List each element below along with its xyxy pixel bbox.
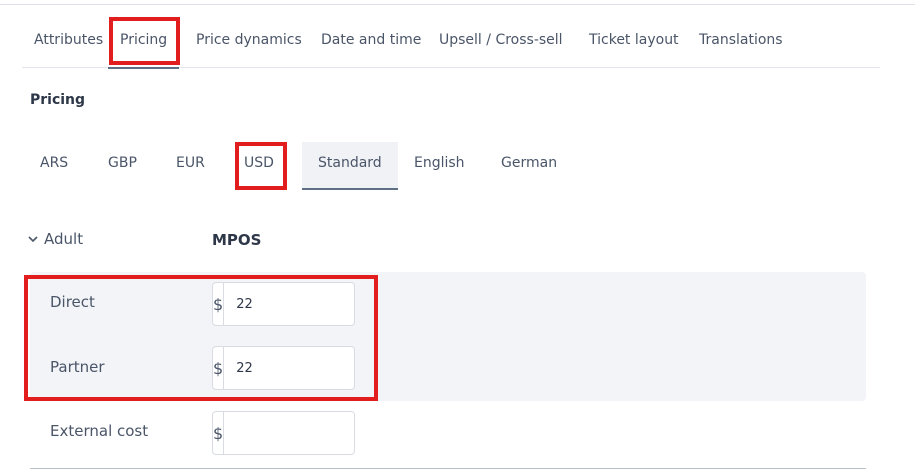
external-cost-field: $ — [212, 411, 407, 455]
row-label-direct: Direct — [50, 293, 95, 311]
tab-label: Upsell / Cross-sell — [439, 32, 563, 48]
tab-date-and-time[interactable]: Date and time — [309, 22, 433, 68]
top-divider — [0, 4, 915, 5]
tab-upsell-cross-sell[interactable]: Upsell / Cross-sell — [427, 22, 575, 68]
column-header-mpos: MPOS — [212, 231, 262, 249]
direct-price-field: $ — [212, 282, 407, 326]
partner-price-input[interactable] — [224, 347, 407, 389]
tab-label: Price dynamics — [196, 32, 302, 48]
group-label: Adult — [44, 230, 84, 248]
tab-label: Attributes — [34, 32, 104, 48]
bottom-divider — [30, 468, 866, 469]
section-title: Pricing — [30, 92, 86, 108]
currency-label: EUR — [176, 155, 205, 171]
pricelist-tab-german[interactable]: German — [485, 142, 573, 190]
currency-tab-usd[interactable]: USD — [228, 142, 290, 190]
currency-label: ARS — [40, 155, 69, 171]
row-label-external-cost: External cost — [50, 422, 149, 440]
dollar-icon: $ — [213, 283, 225, 325]
row-label-partner: Partner — [50, 358, 105, 376]
pricelist-label: German — [501, 155, 558, 171]
tab-label: Pricing — [120, 32, 168, 48]
tab-translations[interactable]: Translations — [687, 22, 795, 68]
currency-label: GBP — [108, 155, 137, 171]
main-tabs: Attributes Pricing Price dynamics Date a… — [22, 22, 880, 69]
pricelist-tab-english[interactable]: English — [398, 142, 481, 190]
external-cost-input[interactable] — [224, 412, 407, 454]
dollar-icon: $ — [213, 347, 225, 389]
currency-label: USD — [244, 155, 274, 171]
pricelist-tab-standard[interactable]: Standard — [302, 142, 398, 190]
partner-price-field: $ — [212, 346, 407, 390]
dollar-icon: $ — [213, 412, 225, 454]
group-toggle-adult[interactable]: Adult — [28, 230, 83, 248]
currency-tab-ars[interactable]: ARS — [24, 142, 84, 190]
pricelist-label: English — [414, 155, 465, 171]
chevron-down-icon — [28, 236, 38, 243]
tab-label: Date and time — [321, 32, 422, 48]
tab-ticket-layout[interactable]: Ticket layout — [577, 22, 691, 68]
tab-pricing[interactable]: Pricing — [108, 22, 180, 69]
currency-tab-gbp[interactable]: GBP — [92, 142, 153, 190]
pricelist-label: Standard — [318, 155, 382, 171]
price-rows-block — [30, 272, 866, 401]
tab-label: Translations — [699, 32, 783, 48]
currency-tab-eur[interactable]: EUR — [160, 142, 221, 190]
tab-price-dynamics[interactable]: Price dynamics — [184, 22, 314, 68]
tab-label: Ticket layout — [589, 32, 679, 48]
direct-price-input[interactable] — [224, 283, 407, 325]
tab-attributes[interactable]: Attributes — [22, 22, 115, 68]
